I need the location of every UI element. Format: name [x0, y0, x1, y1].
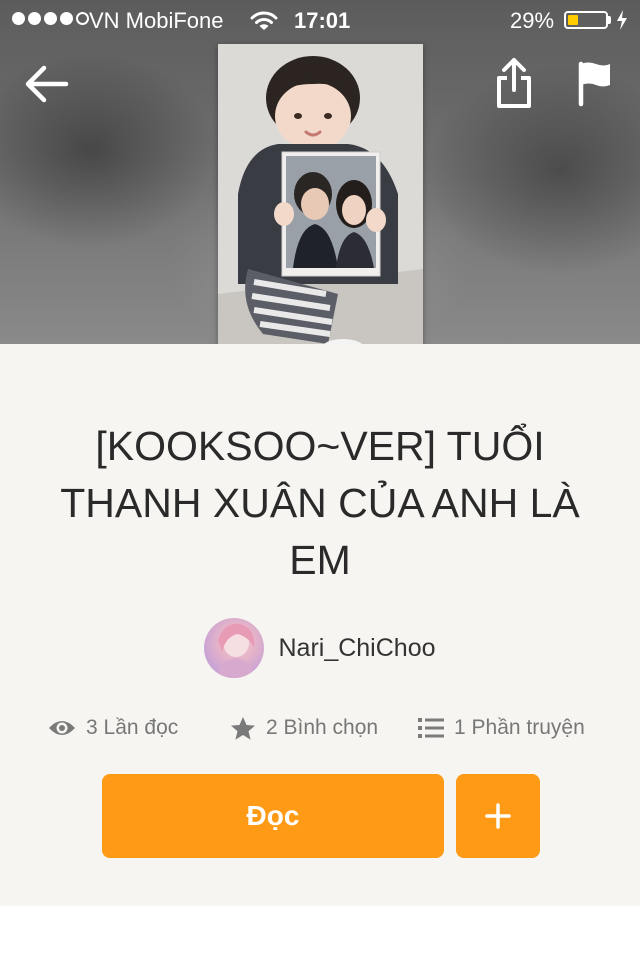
- share-icon: [497, 58, 531, 108]
- signal-strength-icon: [12, 12, 89, 25]
- eye-icon: [49, 721, 75, 735]
- story-title: [KOOKSOO~VER] TUỔI THANH XUÂN CỦA ANH LÀ…: [60, 423, 580, 583]
- parts-count: 1 Phần truyện: [454, 716, 585, 739]
- reads-stat: 3 Lần đọc: [48, 710, 178, 746]
- charging-bolt-icon: [617, 10, 627, 30]
- story-info-panel: [KOOKSOO~VER] TUỔI THANH XUÂN CỦA ANH LÀ…: [0, 344, 640, 906]
- add-to-library-button[interactable]: [456, 774, 540, 858]
- clock: 17:01: [294, 8, 351, 33]
- carrier-name: VN MobiFone: [89, 8, 224, 33]
- back-button[interactable]: [22, 62, 70, 106]
- author-link[interactable]: Nari_ChiChoo: [0, 618, 640, 678]
- read-button[interactable]: Đọc: [102, 774, 444, 858]
- list-icon: [418, 718, 444, 738]
- reads-count: 3 Lần đọc: [86, 716, 179, 739]
- flag-icon: [578, 61, 610, 107]
- status-bar: VN MobiFone 17:01 29%: [0, 0, 640, 40]
- author-name: Nari_ChiChoo: [278, 633, 436, 662]
- arrow-left-icon: [25, 65, 69, 103]
- battery-icon: [564, 11, 608, 29]
- star-icon: [231, 716, 255, 740]
- story-stats: 3 Lần đọc 2 Bình chọn 1 Phần truyện: [0, 710, 640, 746]
- avatar: [204, 618, 265, 678]
- report-button[interactable]: [574, 58, 614, 108]
- share-button[interactable]: [492, 56, 536, 110]
- votes-count: 2 Bình chọn: [266, 716, 379, 739]
- battery-percentage: 29%: [510, 8, 555, 33]
- story-details-section: [0, 906, 640, 960]
- votes-stat: 2 Bình chọn: [230, 710, 378, 746]
- battery-tip: [608, 16, 611, 24]
- wifi-icon: [250, 11, 278, 30]
- plus-icon: [485, 803, 511, 829]
- parts-stat: 1 Phần truyện: [418, 710, 585, 746]
- read-button-label: Đọc: [246, 800, 300, 831]
- story-cover-image: [218, 44, 423, 363]
